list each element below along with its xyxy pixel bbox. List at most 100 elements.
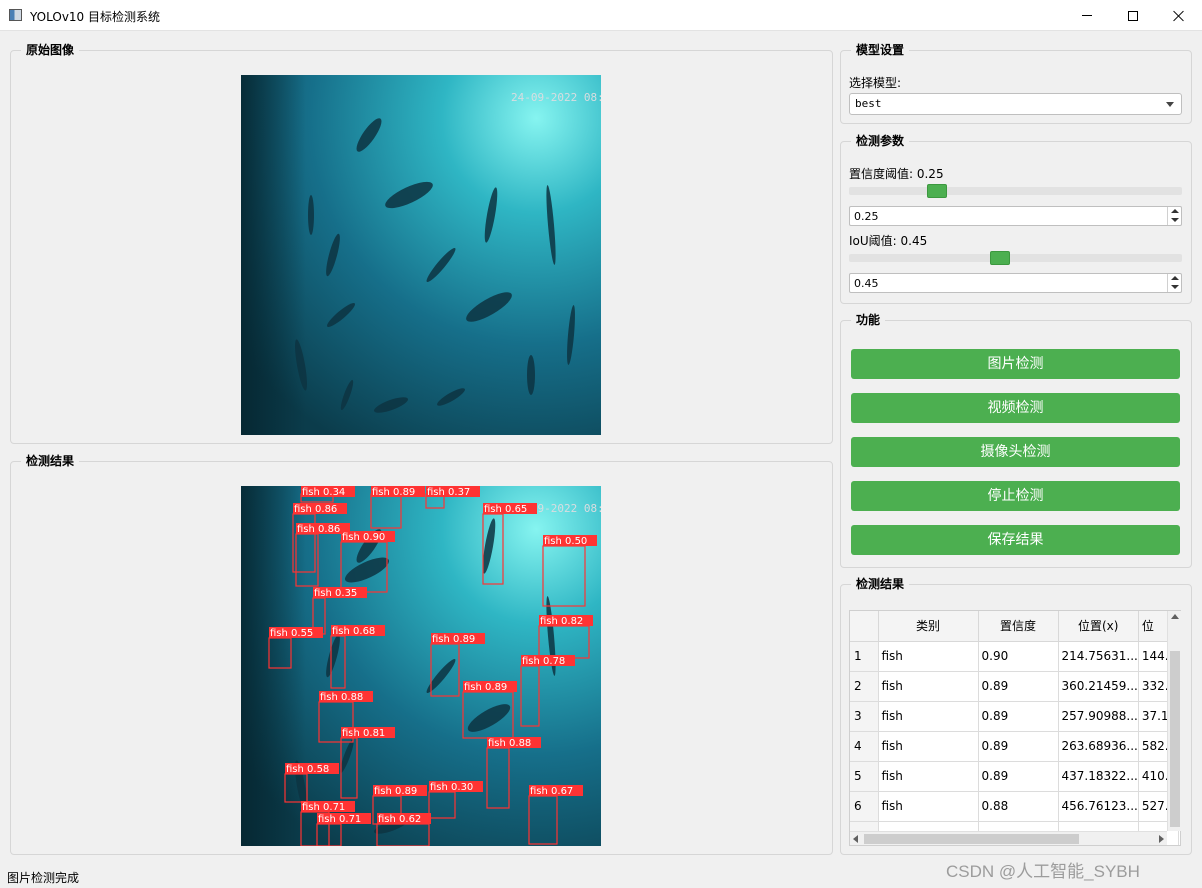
scroll-up-icon[interactable] [1171,614,1179,619]
video-detect-button[interactable]: 视频检测 [851,393,1180,423]
status-bar-text: 图片检测完成 [7,871,80,885]
results-table-title: 检测结果 [851,576,910,592]
results-table[interactable]: 类别 置信度 位置(x) 位 1 fish 0.90 214.75631... 144.… [849,610,1181,846]
cell-confidence[interactable]: 0.88 [978,791,1059,822]
row-number[interactable]: 1 [850,641,879,672]
cell-confidence[interactable]: 0.89 [978,701,1059,732]
confidence-stepper[interactable] [1167,207,1181,225]
cell-position-x[interactable]: 456.76123... [1058,791,1139,822]
cell-confidence[interactable]: 0.89 [978,731,1059,762]
detection-label: fish 0.86 [297,524,340,535]
detection-label: fish 0.89 [372,487,415,498]
cell-confidence[interactable]: 0.89 [978,761,1059,792]
cell-class[interactable]: fish [878,671,979,702]
table-row[interactable]: 1 fish 0.90 214.75631... 144.5 [850,641,1179,672]
detection-label: fish 0.71 [302,802,345,813]
iou-label: IoU阈值: 0.45 [849,234,928,248]
confidence-slider-handle[interactable] [927,184,948,198]
cell-position-x[interactable]: 263.68936... [1058,731,1139,762]
row-number[interactable]: 5 [850,761,879,792]
camera-detect-button[interactable]: 摄像头检测 [851,437,1180,467]
image-detect-button[interactable]: 图片检测 [851,349,1180,379]
column-header-confidence[interactable]: 置信度 [978,611,1059,642]
minimize-icon [1082,15,1092,16]
iou-slider-handle[interactable] [989,251,1010,265]
row-number[interactable]: 6 [850,791,879,822]
table-body: 1 fish 0.90 214.75631... 144.5 2 fish 0.89 360.2… [850,641,1179,845]
minimize-button[interactable] [1064,0,1110,31]
detection-label: fish 0.55 [270,628,313,639]
cell-position-x[interactable]: 257.90988... [1058,701,1139,732]
vertical-scrollbar[interactable] [1167,611,1181,831]
detection-label: fish 0.89 [374,786,417,797]
functions-title: 功能 [851,312,886,328]
detection-label: fish 0.82 [540,616,583,627]
table-header-row: 类别 置信度 位置(x) 位 [850,611,1179,642]
original-image-title: 原始图像 [21,42,80,58]
confidence-label: 置信度阈值: 0.25 [849,167,944,181]
row-number[interactable]: 4 [850,731,879,762]
cell-class[interactable]: fish [878,641,979,672]
title-bar: YOLOv10 目标检测系统 [0,0,1202,31]
cell-class[interactable]: fish [878,791,979,822]
original-photo: 24-09-2022 08:32:11 [241,75,601,435]
detection-label: fish 0.90 [342,532,385,543]
detection-label: fish 0.34 [302,487,345,498]
scroll-thumb[interactable] [864,834,1079,844]
scroll-left-icon[interactable] [853,835,858,843]
table-row[interactable]: 5 fish 0.89 437.18322... 410.8 [850,761,1179,792]
timestamp-overlay: 24-09-2022 08:32:11 [511,91,601,104]
table-corner[interactable] [850,611,879,642]
table-row[interactable]: 2 fish 0.89 360.21459... 332.0 [850,671,1179,702]
chevron-down-icon [1166,102,1174,107]
detection-label: fish 0.78 [522,656,565,667]
detection-label: fish 0.88 [320,692,363,703]
iou-spinbox[interactable]: 0.45 [849,273,1182,293]
detection-label: fish 0.62 [378,814,421,825]
save-results-button[interactable]: 保存结果 [851,525,1180,555]
cell-confidence[interactable]: 0.90 [978,641,1059,672]
spin-down-icon[interactable] [1171,285,1179,289]
row-number[interactable]: 3 [850,701,879,732]
detection-label: fish 0.86 [294,504,337,515]
detection-label: fish 0.89 [432,634,475,645]
table-row[interactable]: 3 fish 0.89 257.90988... 37.15 [850,701,1179,732]
detection-label: fish 0.81 [342,728,385,739]
spin-up-icon[interactable] [1171,276,1179,280]
confidence-slider[interactable] [849,187,1182,195]
maximize-icon [1128,10,1138,21]
maximize-button[interactable] [1110,0,1156,31]
column-header-position-x[interactable]: 位置(x) [1058,611,1139,642]
column-header-class[interactable]: 类别 [878,611,979,642]
close-button[interactable] [1156,0,1202,31]
model-settings-title: 模型设置 [851,42,910,58]
horizontal-scrollbar[interactable] [850,831,1167,845]
stop-detect-button[interactable]: 停止检测 [851,481,1180,511]
detection-label: fish 0.50 [544,536,587,547]
cell-position-x[interactable]: 360.21459... [1058,671,1139,702]
watermark: CSDN @人工智能_SYBH [946,862,1140,881]
app-icon [9,9,22,21]
confidence-spinbox[interactable]: 0.25 [849,206,1182,226]
cell-position-x[interactable]: 437.18322... [1058,761,1139,792]
spin-down-icon[interactable] [1171,218,1179,222]
cell-class[interactable]: fish [878,731,979,762]
scroll-thumb[interactable] [1170,651,1180,827]
detect-params-title: 检测参数 [851,133,910,149]
iou-slider[interactable] [849,254,1182,262]
table-row[interactable]: 4 fish 0.89 263.68936... 582.3 [850,731,1179,762]
detection-label: fish 0.58 [286,764,329,775]
cell-position-x[interactable]: 214.75631... [1058,641,1139,672]
row-number[interactable]: 2 [850,671,879,702]
iou-stepper[interactable] [1167,274,1181,292]
cell-class[interactable]: fish [878,701,979,732]
cell-confidence[interactable]: 0.89 [978,671,1059,702]
scroll-right-icon[interactable] [1159,835,1164,843]
table-row[interactable]: 6 fish 0.88 456.76123... 527.7 [850,791,1179,822]
detection-label: fish 0.88 [488,738,531,749]
cell-class[interactable]: fish [878,761,979,792]
model-select[interactable]: best [849,93,1182,115]
spin-up-icon[interactable] [1171,209,1179,213]
close-icon [1173,10,1185,22]
detection-label: fish 0.30 [430,782,473,793]
